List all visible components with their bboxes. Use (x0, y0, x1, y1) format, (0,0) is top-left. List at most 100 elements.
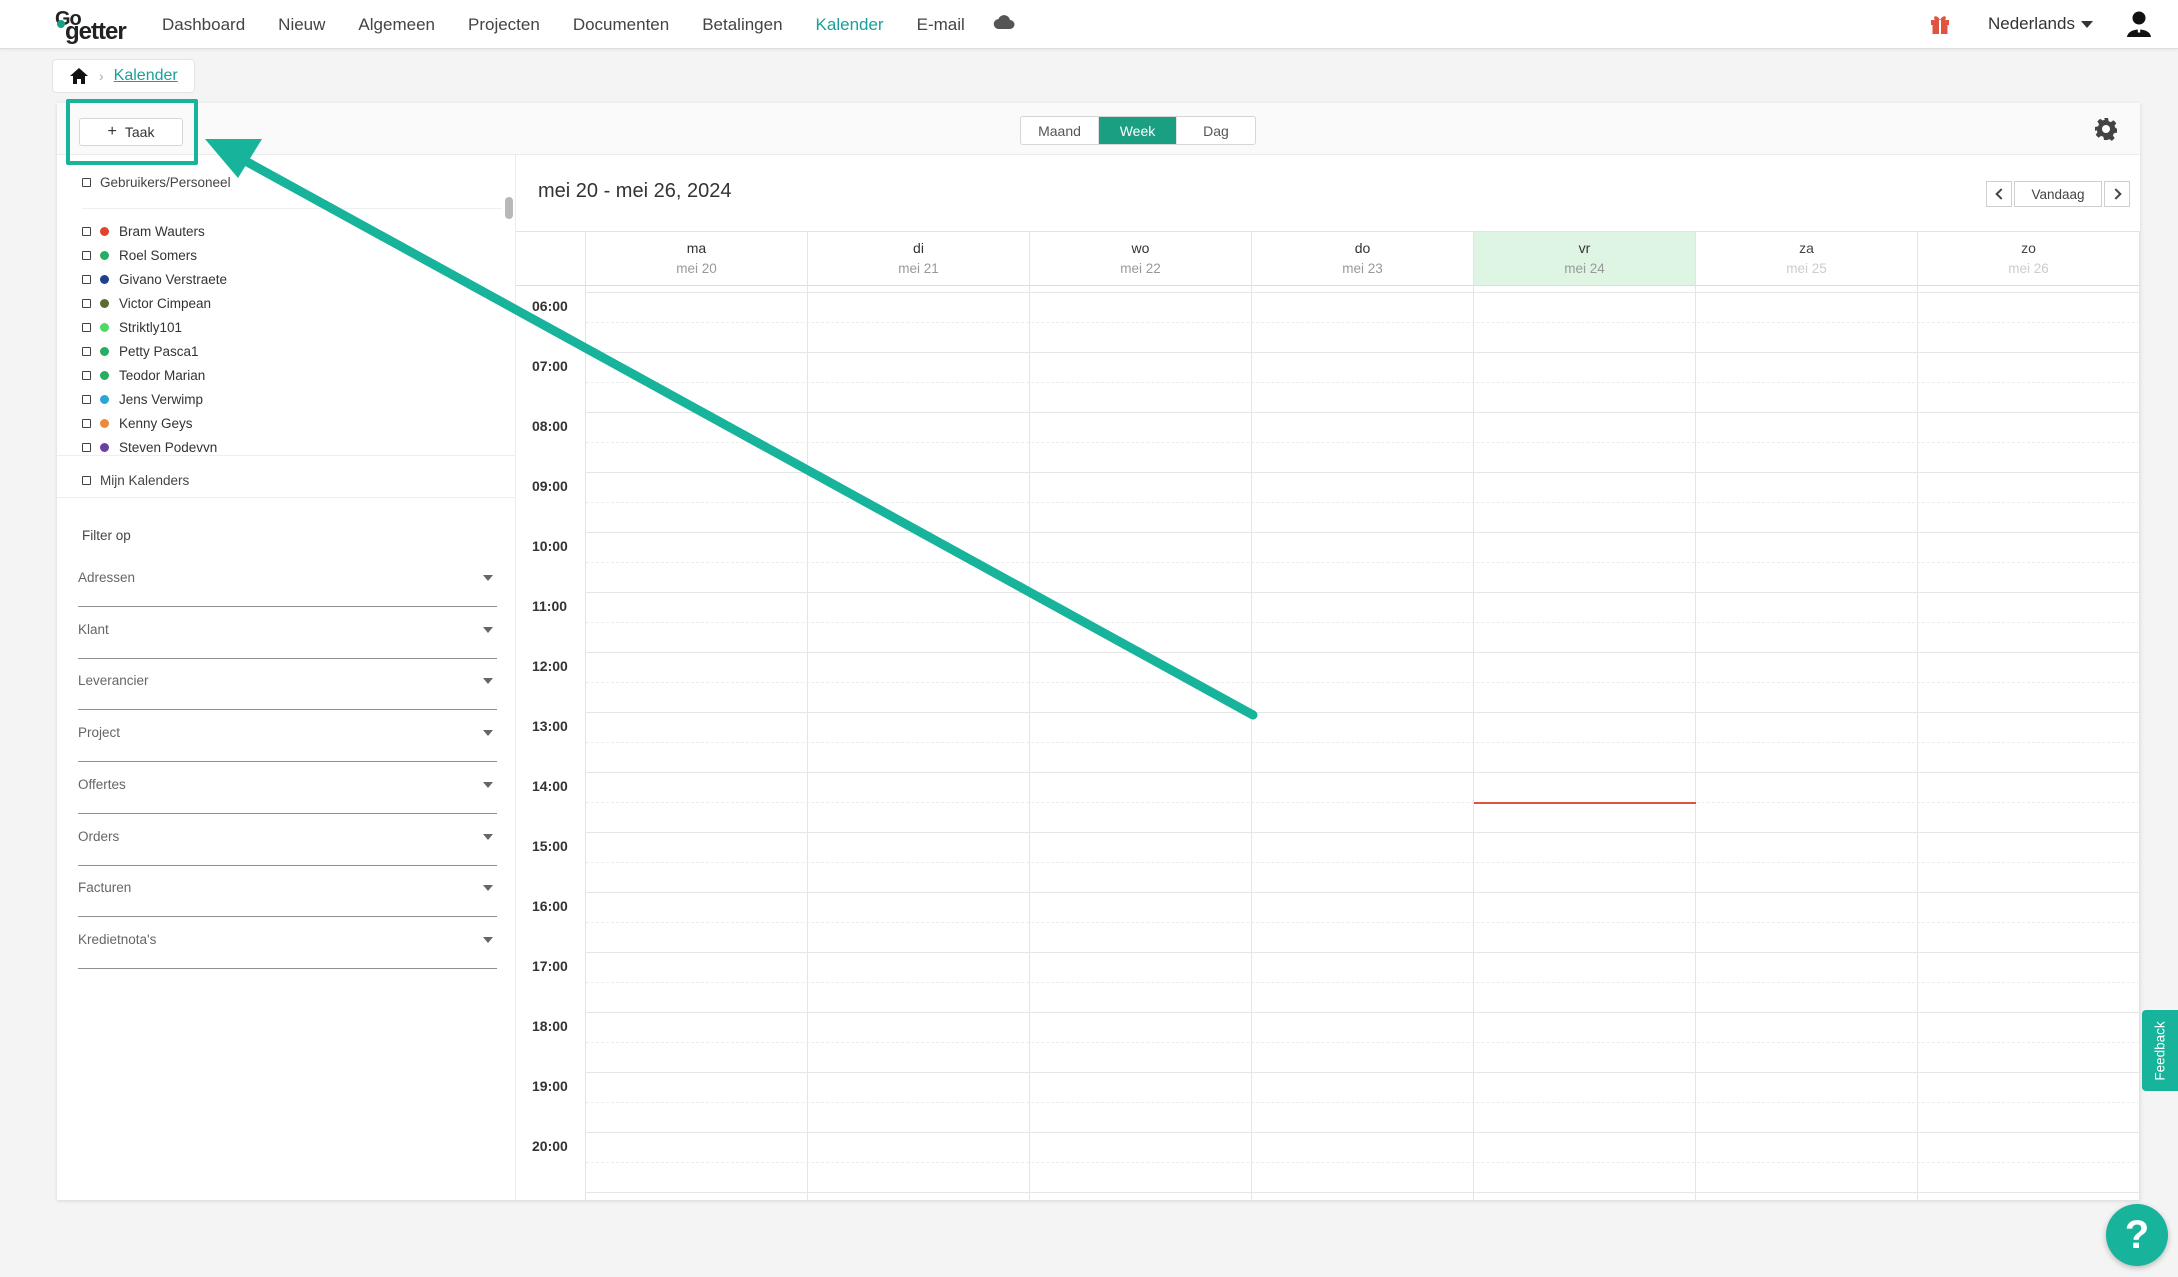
language-select[interactable]: Nederlands (1988, 14, 2093, 34)
filter-offertes[interactable]: Offertes (78, 762, 497, 814)
user-list-item[interactable]: Teodor Marian (82, 363, 502, 387)
checkbox[interactable] (82, 322, 91, 332)
today-button[interactable]: Vandaag (2014, 181, 2102, 207)
checkbox[interactable] (82, 442, 91, 452)
day-header-ma[interactable]: ma mei 20 (586, 232, 808, 286)
nav-item-betalingen[interactable]: Betalingen (702, 15, 782, 35)
filter-project[interactable]: Project (78, 710, 497, 763)
day-header-wo[interactable]: wo mei 22 (1030, 232, 1252, 286)
chevron-left-icon (1994, 188, 2007, 200)
user-list-item[interactable]: Striktly101 (82, 315, 502, 339)
hour-line (586, 1012, 2140, 1013)
checkbox[interactable] (82, 370, 91, 380)
day-date: mei 20 (676, 261, 717, 276)
filter-facturen[interactable]: Facturen (78, 865, 497, 918)
checkbox[interactable] (82, 178, 91, 187)
caret-down-icon (483, 885, 493, 892)
checkbox[interactable] (82, 394, 91, 404)
day-date: mei 25 (1786, 261, 1827, 276)
nav-item-nieuw[interactable]: Nieuw (278, 15, 325, 35)
my-calendars-toggle[interactable]: Mijn Kalenders (82, 473, 189, 488)
day-name: zo (2021, 240, 2036, 256)
day-header-vr[interactable]: vr mei 24 (1474, 232, 1696, 286)
hour-label: 16:00 (532, 898, 568, 914)
user-list-item[interactable]: Kenny Geys (82, 411, 502, 435)
filter-klant[interactable]: Klant (78, 607, 497, 659)
breadcrumb-kalender-link[interactable]: Kalender (114, 67, 178, 85)
hour-line (586, 712, 2140, 713)
tab-maand[interactable]: Maand (1021, 117, 1099, 144)
nav-item-projecten[interactable]: Projecten (468, 15, 540, 35)
day-header-za[interactable]: za mei 25 (1696, 232, 1918, 286)
day-header-di[interactable]: di mei 21 (808, 232, 1030, 286)
cloud-icon[interactable] (993, 14, 1015, 30)
filter-adressen[interactable]: Adressen (78, 555, 497, 607)
day-column-divider (1695, 286, 1696, 1200)
half-hour-line (586, 322, 2140, 323)
tab-week[interactable]: Week (1099, 117, 1177, 144)
next-week-button[interactable] (2104, 181, 2130, 207)
view-switcher: Maand Week Dag (1020, 116, 1256, 145)
filter-orders[interactable]: Orders (78, 814, 497, 866)
checkbox[interactable] (82, 346, 91, 356)
day-name: vr (1578, 240, 1591, 256)
gift-icon[interactable] (1929, 13, 1951, 35)
day-date: mei 22 (1120, 261, 1161, 276)
hour-line (586, 292, 2140, 293)
user-list-item[interactable]: Bram Wauters (82, 219, 502, 243)
nav-item-kalender[interactable]: Kalender (816, 15, 884, 35)
user-avatar-icon[interactable] (2126, 10, 2152, 38)
current-time-indicator (1474, 802, 1696, 804)
tab-dag[interactable]: Dag (1177, 117, 1255, 144)
checkbox[interactable] (82, 250, 91, 260)
my-calendars-label: Mijn Kalenders (100, 473, 190, 488)
logo-text-getter: getter (65, 18, 127, 45)
day-column-divider (1473, 286, 1474, 1200)
filter-label: Project (78, 725, 121, 741)
nav-item-dashboard[interactable]: Dashboard (162, 15, 245, 35)
filter-leverancier[interactable]: Leverancier (78, 658, 497, 711)
divider (57, 455, 516, 456)
gear-icon[interactable] (2094, 117, 2118, 141)
user-list-item[interactable]: Jens Verwimp (82, 387, 502, 411)
checkbox[interactable] (82, 274, 91, 284)
day-header-do[interactable]: do mei 23 (1252, 232, 1474, 286)
users-group-toggle[interactable]: Gebruikers/Personeel (82, 175, 231, 190)
user-color-dot (100, 442, 109, 452)
chevron-down-icon (2080, 21, 2093, 29)
caret-down-icon (483, 678, 493, 685)
hour-label: 15:00 (532, 838, 568, 854)
half-hour-line (586, 382, 2140, 383)
user-list-item[interactable]: Petty Pasca1 (82, 339, 502, 363)
half-hour-line (586, 1162, 2140, 1163)
user-list-item[interactable]: Victor Cimpean (82, 291, 502, 315)
filter-kredietnota-s[interactable]: Kredietnota's (78, 917, 497, 969)
day-name: ma (686, 240, 707, 256)
hour-label: 12:00 (532, 658, 568, 674)
user-color-dot (100, 370, 109, 380)
calendar-card: + Taak Maand Week Dag Gebruikers/Personeel… (57, 99, 2140, 1200)
day-column-divider (1917, 286, 1918, 1200)
user-list-item[interactable]: Steven Podevyn (82, 435, 502, 452)
feedback-tab[interactable]: Feedback (2142, 1010, 2178, 1091)
nav-item-documenten[interactable]: Documenten (573, 15, 669, 35)
half-hour-line (586, 502, 2140, 503)
week-grid[interactable]: ma mei 20 di mei 21 wo mei 22 do mei 23 vr mei 24… (516, 231, 2140, 1200)
checkbox[interactable] (82, 226, 91, 236)
day-header-zo[interactable]: zo mei 26 (1918, 232, 2140, 286)
checkbox[interactable] (82, 298, 91, 308)
prev-week-button[interactable] (1986, 181, 2012, 207)
users-list-scrollbar[interactable] (505, 197, 513, 219)
user-color-dot (100, 226, 109, 236)
nav-item-e-mail[interactable]: E-mail (917, 15, 965, 35)
user-list-item[interactable]: Roel Somers (82, 243, 502, 267)
checkbox[interactable] (82, 476, 91, 485)
nav-item-algemeen[interactable]: Algemeen (358, 15, 435, 35)
user-list-item[interactable]: Givano Verstraete (82, 267, 502, 291)
home-icon[interactable] (69, 67, 89, 85)
hour-line (586, 772, 2140, 773)
checkbox[interactable] (82, 418, 91, 428)
gogetter-logo[interactable]: Go getter (55, 8, 130, 45)
hour-label: 17:00 (532, 958, 568, 974)
help-button[interactable]: ? (2106, 1204, 2168, 1266)
